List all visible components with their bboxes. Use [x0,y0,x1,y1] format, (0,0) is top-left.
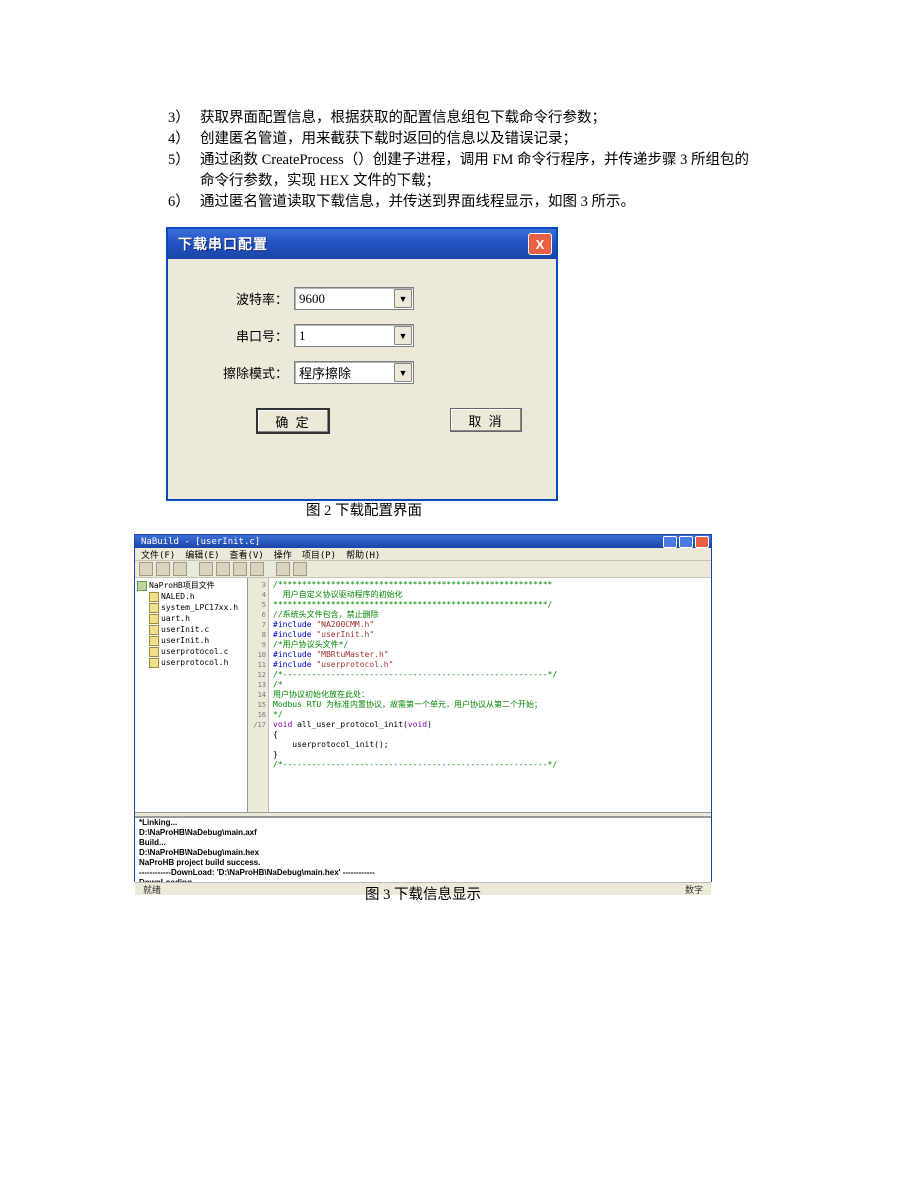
step-num: 5） [168,150,200,192]
chevron-down-icon: ▼ [394,289,412,308]
status-left: 就绪 [143,883,161,896]
step-text: 通过匿名管道读取下载信息，并传送到界面线程显示，如图 3 所示。 [200,192,758,213]
step-text: 通过函数 CreateProcess（）创建子进程，调用 FM 命令行程序，并传… [200,150,758,192]
close-icon[interactable] [695,536,709,548]
tree-root[interactable]: NaProHB项目文件 [149,581,215,590]
close-icon: X [536,238,545,251]
menu-edit[interactable]: 编辑(E) [185,548,219,561]
erase-label: 擦除模式： [202,363,294,382]
figure-3-caption: 图 3 下载信息显示 [365,883,481,904]
chevron-down-icon: ▼ [394,326,412,345]
file-icon [149,647,159,657]
tree-file[interactable]: uart.h [161,614,190,623]
port-label: 串口号： [202,326,294,345]
folder-icon [137,581,147,591]
menu-project[interactable]: 项目(P) [302,548,336,561]
dialog-title-text: 下载串口配置 [178,234,268,254]
erase-select[interactable]: 程序擦除 ▼ [294,361,414,384]
figure-2-caption: 图 2 下载配置界面 [306,499,422,520]
file-icon [149,592,159,602]
ide-titlebar[interactable]: NaBuild - [userInit.c] [135,535,711,548]
tool-icon[interactable] [293,562,307,576]
tool-icon[interactable] [199,562,213,576]
baud-select[interactable]: 9600 ▼ [294,287,414,310]
ok-button[interactable]: 确 定 [256,408,330,434]
step-text: 获取界面配置信息，根据获取的配置信息组包下载命令行参数； [200,108,758,129]
output-panel[interactable]: *Linking... D:\NaProHB\NaDebug\main.axf … [135,817,711,882]
tree-file[interactable]: userprotocol.h [161,658,228,667]
file-icon [149,614,159,624]
status-right: 数字 [685,883,703,896]
download-config-dialog: 下载串口配置 X 波特率： 9600▼ 串口号： 1▼ 擦除模式： 程序擦除▼ … [166,227,558,501]
baud-value: 9600 [299,291,325,307]
dialog-titlebar[interactable]: 下载串口配置 X [168,229,556,259]
ide-menubar[interactable]: 文件(F) 编辑(E) 查看(V) 操作 项目(P) 帮助(H) [135,548,711,561]
line-gutter: 3 4 5 6 7 8 9 10 11 12 13 14 15 16 /17 [248,578,269,812]
numbered-steps: 3）获取界面配置信息，根据获取的配置信息组包下载命令行参数； 4）创建匿名管道，… [168,108,758,213]
step-num: 4） [168,129,200,150]
menu-view[interactable]: 查看(V) [230,548,264,561]
tool-icon[interactable] [233,562,247,576]
project-tree[interactable]: NaProHB项目文件 NALED.h system_LPC17xx.h uar… [135,578,248,812]
file-icon [149,625,159,635]
chevron-down-icon: ▼ [394,363,412,382]
ide-toolbar[interactable] [135,561,711,578]
minimize-icon[interactable] [663,536,677,548]
maximize-icon[interactable] [679,536,693,548]
port-select[interactable]: 1▼ [294,324,414,347]
tree-file[interactable]: NALED.h [161,592,195,601]
port-value: 1 [299,328,306,344]
tool-icon[interactable] [173,562,187,576]
code-editor[interactable]: /***************************************… [269,578,711,812]
close-button[interactable]: X [528,233,552,255]
menu-action[interactable]: 操作 [274,548,292,561]
ide-title-text: NaBuild - [userInit.c] [141,537,260,547]
tool-icon[interactable] [250,562,264,576]
file-icon [149,636,159,646]
tree-file[interactable]: system_LPC17xx.h [161,603,238,612]
file-icon [149,603,159,613]
tree-file[interactable]: userprotocol.c [161,647,228,656]
step-num: 3） [168,108,200,129]
baud-label: 波特率： [202,289,294,308]
file-icon [149,658,159,668]
cancel-button[interactable]: 取 消 [450,408,522,432]
tree-file[interactable]: userInit.h [161,636,209,645]
tool-icon[interactable] [156,562,170,576]
tool-icon[interactable] [139,562,153,576]
ide-window: NaBuild - [userInit.c] 文件(F) 编辑(E) 查看(V)… [134,534,712,882]
menu-help[interactable]: 帮助(H) [346,548,380,561]
tool-icon[interactable] [276,562,290,576]
tree-file[interactable]: userInit.c [161,625,209,634]
step-num: 6） [168,192,200,213]
menu-file[interactable]: 文件(F) [141,548,175,561]
tool-icon[interactable] [216,562,230,576]
step-text: 创建匿名管道，用来截获下载时返回的信息以及错误记录； [200,129,758,150]
erase-value: 程序擦除 [299,363,351,382]
